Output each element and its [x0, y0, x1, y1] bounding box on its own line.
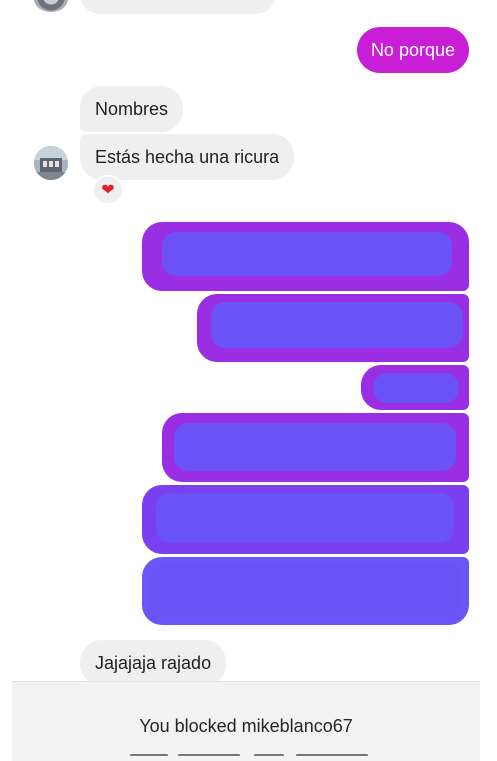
redacted-message-bubble [361, 365, 469, 410]
heart-icon: ❤ [101, 182, 115, 199]
message-text: Jajajaja rajado [95, 652, 212, 673]
message-text: No porque [370, 39, 455, 60]
incoming-message-bubble [80, 0, 276, 14]
incoming-message-bubble: Nombres [80, 86, 184, 132]
sender-avatar[interactable] [34, 146, 68, 180]
message-text: Estás hecha una ricura [95, 146, 280, 167]
redacted-message-bubble [142, 557, 469, 625]
redacted-message-bubble [142, 485, 469, 554]
incoming-message-bubble: Estás hecha una ricura [80, 134, 295, 180]
redacted-message-bubble [142, 222, 469, 291]
cut-off-text [130, 748, 370, 756]
avatar[interactable] [34, 0, 68, 12]
incoming-message-bubble: Jajajaja rajado [80, 640, 227, 686]
avatar-photo-icon [34, 146, 68, 180]
redacted-message-bubble [162, 413, 469, 482]
outgoing-message-bubble: No porque [356, 27, 469, 73]
message-text: Nombres [95, 98, 169, 119]
heart-reaction[interactable]: ❤ [92, 175, 124, 205]
redacted-message-bubble [197, 294, 469, 362]
